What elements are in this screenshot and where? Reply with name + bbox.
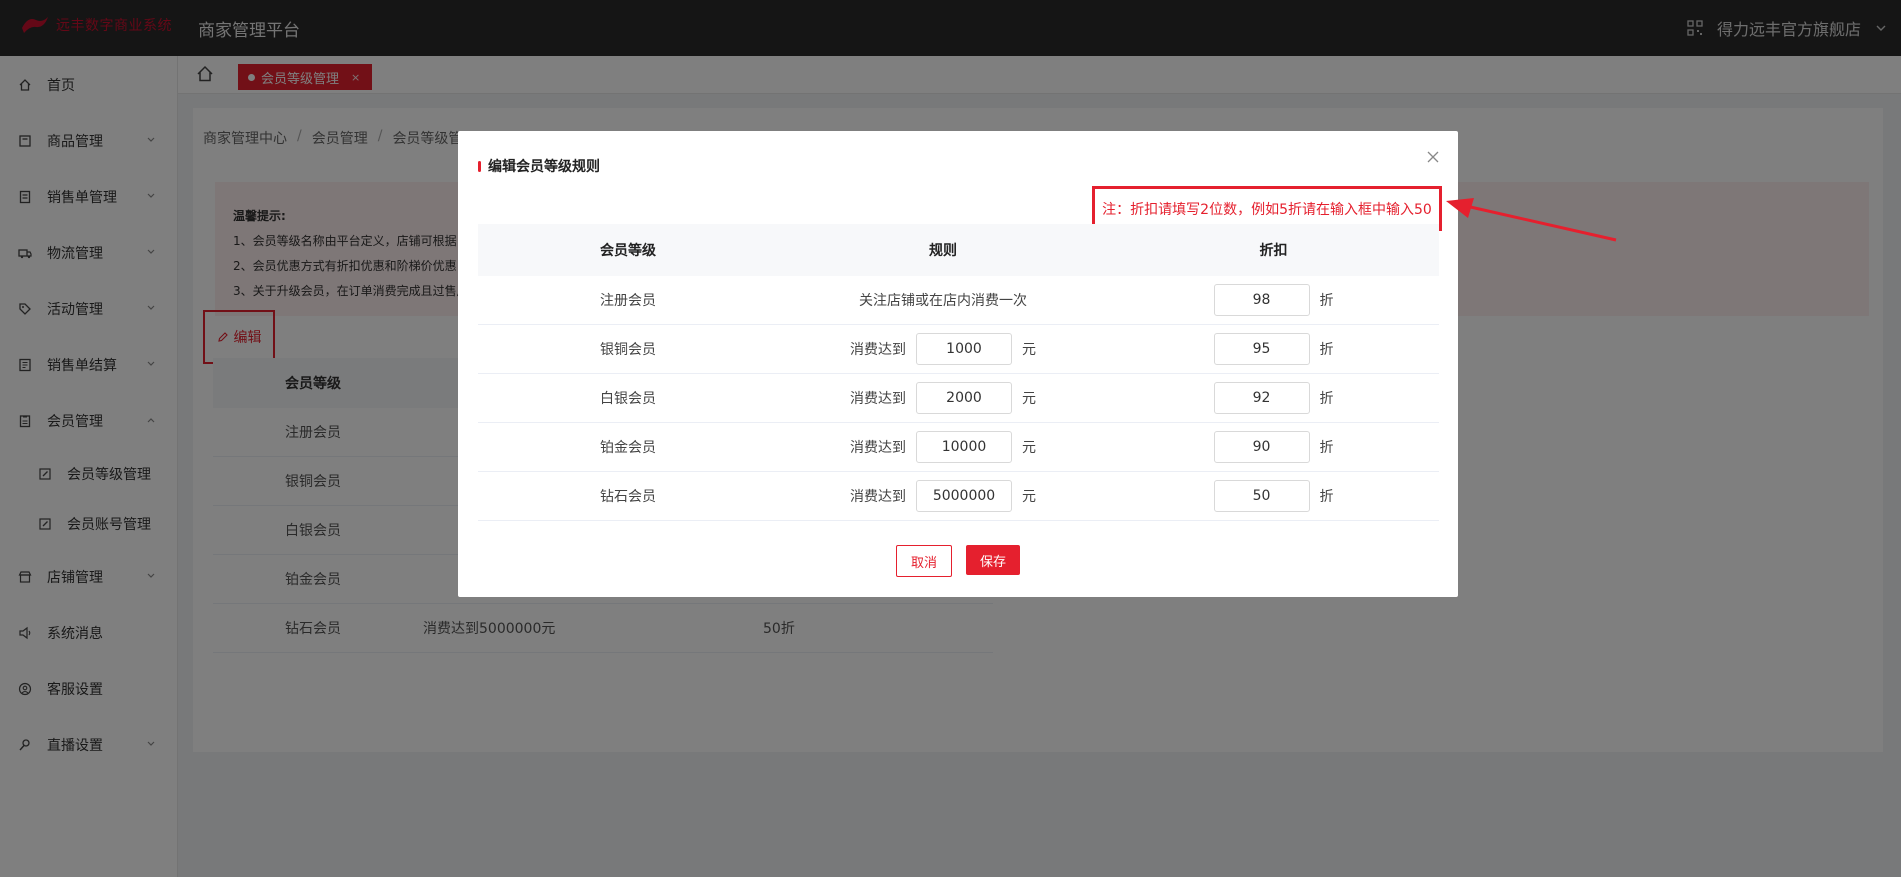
table-row: 注册会员 关注店铺或在店内消费一次 折 [478, 276, 1439, 325]
save-button[interactable]: 保存 [966, 545, 1020, 575]
rule-prefix: 消费达到 [850, 391, 906, 407]
cell-level: 白银会员 [600, 391, 656, 407]
cell-level: 铂金会员 [600, 440, 656, 456]
header-discount: 折扣 [1259, 243, 1288, 259]
cell-discount: 折 [1108, 382, 1439, 414]
discount-input[interactable] [1213, 333, 1310, 365]
annotation-arrow-icon [1446, 198, 1617, 242]
rule-unit: 元 [1022, 391, 1036, 407]
rule-text: 关注店铺或在店内消费一次 [859, 293, 1027, 309]
cell-rule: 消费达到 元 [778, 333, 1108, 365]
rules-table: 会员等级 规则 折扣 注册会员 关注店铺或在店内消费一次 折 银铜会员 消费达到… [478, 224, 1439, 521]
amount-input[interactable] [916, 382, 1012, 414]
discount-unit: 折 [1319, 342, 1334, 358]
dialog-title: 编辑会员等级规则 [478, 156, 600, 176]
cell-discount: 折 [1108, 333, 1439, 365]
discount-input[interactable] [1213, 480, 1310, 512]
cell-level: 注册会员 [600, 293, 656, 309]
table-header: 会员等级 规则 折扣 [478, 224, 1439, 276]
cell-level: 钻石会员 [600, 489, 656, 505]
discount-input[interactable] [1213, 284, 1310, 316]
discount-unit: 折 [1319, 489, 1334, 505]
cell-rule: 消费达到 元 [778, 382, 1108, 414]
table-row: 白银会员 消费达到 元 折 [478, 374, 1439, 423]
table-row: 钻石会员 消费达到 元 折 [478, 472, 1439, 521]
cell-discount: 折 [1108, 284, 1439, 316]
cell-discount: 折 [1108, 480, 1439, 512]
header-level: 会员等级 [600, 243, 656, 259]
amount-input[interactable] [916, 333, 1012, 365]
rule-unit: 元 [1022, 342, 1036, 358]
rule-unit: 元 [1022, 440, 1036, 456]
dialog-title-text: 编辑会员等级规则 [488, 159, 600, 175]
cell-rule: 消费达到 元 [778, 431, 1108, 463]
discount-unit: 折 [1319, 391, 1334, 407]
close-icon[interactable] [1426, 150, 1440, 164]
rule-prefix: 消费达到 [850, 440, 906, 456]
cell-discount: 折 [1108, 431, 1439, 463]
rule-prefix: 消费达到 [850, 342, 906, 358]
table-row: 铂金会员 消费达到 元 折 [478, 423, 1439, 472]
discount-unit: 折 [1319, 440, 1334, 456]
table-row: 银铜会员 消费达到 元 折 [478, 325, 1439, 374]
amount-input[interactable] [916, 431, 1012, 463]
cell-level: 银铜会员 [600, 342, 656, 358]
header-rule: 规则 [929, 243, 957, 259]
rule-prefix: 消费达到 [850, 489, 906, 505]
edit-member-level-dialog: 编辑会员等级规则 注：折扣请填写2位数，例如5折请在输入框中输入50 会员等级 … [458, 131, 1458, 597]
cancel-button[interactable]: 取消 [896, 545, 952, 577]
amount-input[interactable] [916, 480, 1012, 512]
discount-unit: 折 [1319, 293, 1334, 309]
discount-input[interactable] [1213, 431, 1310, 463]
title-accent-bar [478, 160, 481, 172]
dialog-footer: 取消 保存 [458, 545, 1458, 577]
cell-rule: 消费达到 元 [778, 480, 1108, 512]
rule-unit: 元 [1022, 489, 1036, 505]
discount-input[interactable] [1213, 382, 1310, 414]
cell-rule: 关注店铺或在店内消费一次 [778, 290, 1108, 310]
